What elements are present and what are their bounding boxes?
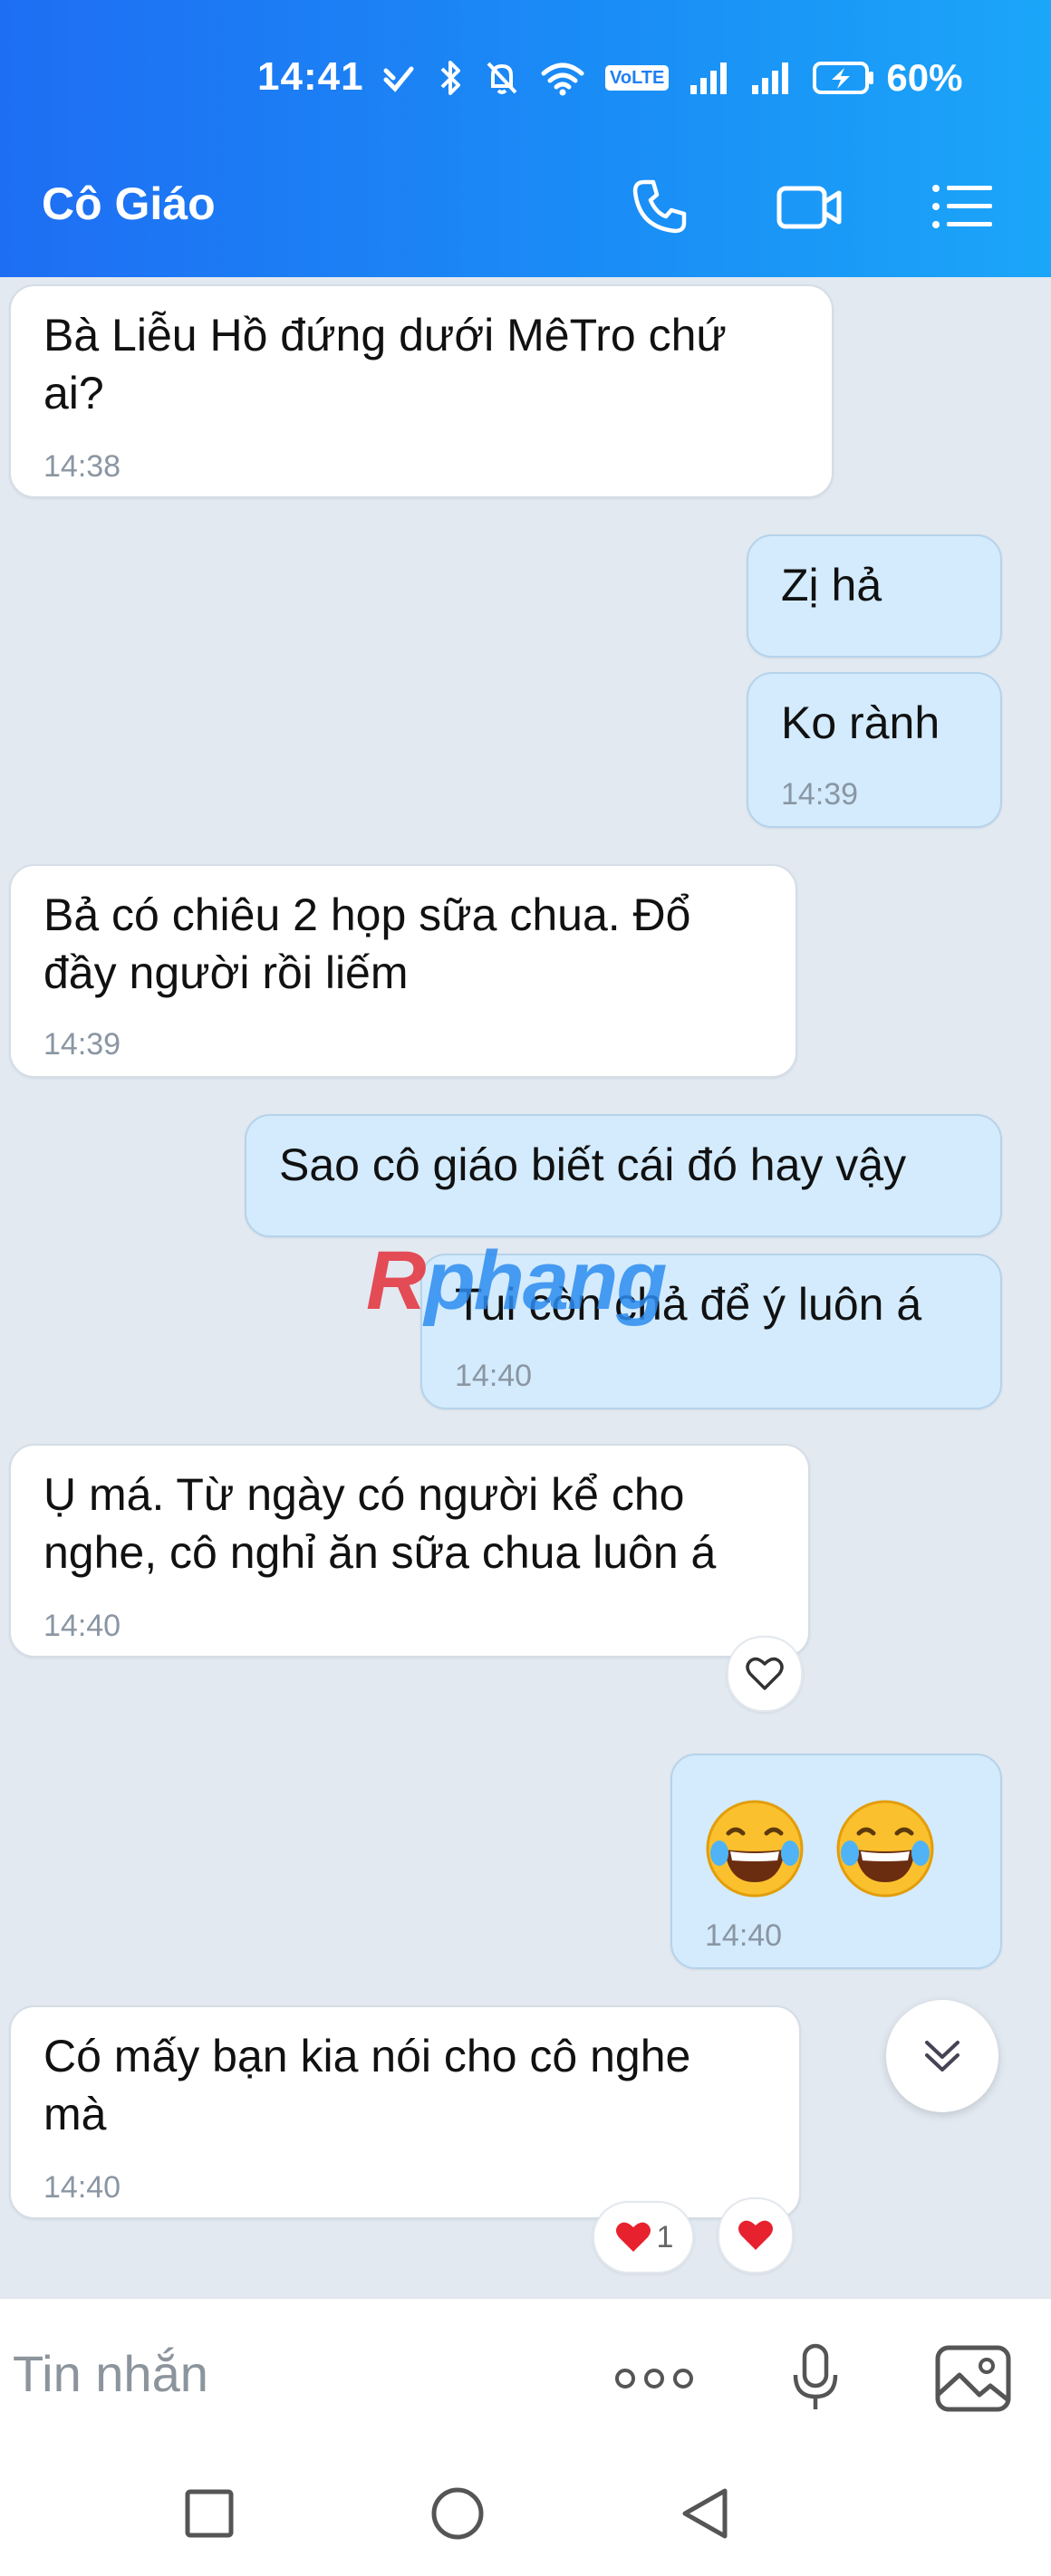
recent-apps-button[interactable]: [169, 2473, 250, 2554]
chat-title[interactable]: Cô Giáo: [42, 178, 216, 230]
message-input[interactable]: Tin nhắn: [13, 2344, 208, 2403]
reaction-count: 1: [656, 2219, 674, 2254]
message-text: Bả có chiêu 2 họp sữa chua. Đổ đầy người…: [43, 886, 690, 1002]
message-line: Zị hả: [781, 560, 882, 610]
signal-icon: [750, 60, 792, 96]
image-icon: [935, 2345, 1011, 2412]
message-bubble-incoming[interactable]: Có mấy bạn kia nói cho cô nghe mà 14:40: [9, 2005, 801, 2219]
heart-icon: [615, 2222, 651, 2252]
laughing-tears-emoji-icon: [706, 1800, 804, 1898]
message-line: mà: [43, 2089, 107, 2139]
signal-icon: [689, 60, 730, 96]
square-icon: [185, 2489, 234, 2538]
message-text: Zị hả: [781, 556, 882, 614]
status-time: 14:41: [257, 54, 364, 99]
message-time: 14:40: [43, 1609, 121, 1643]
scroll-to-bottom-button[interactable]: [886, 2000, 998, 2112]
heart-outline-icon: [746, 1657, 784, 1690]
laughing-tears-emoji-icon: [836, 1800, 934, 1898]
message-text: Sao cô giáo biết cái đó hay vậy: [279, 1136, 906, 1194]
message-time: 14:39: [781, 777, 859, 812]
wifi-calling-icon: [381, 60, 417, 96]
watermark-part: R: [366, 1235, 426, 1327]
back-triangle-icon: [682, 2488, 728, 2539]
status-icons: VoLTE 60%: [381, 53, 962, 103]
home-button[interactable]: [417, 2473, 498, 2554]
wifi-icon: [540, 59, 585, 97]
chat-options-button[interactable]: [928, 172, 997, 241]
back-button[interactable]: [663, 2473, 745, 2554]
heart-icon: [738, 2220, 773, 2250]
message-text: Bà Liễu Hồ đứng dưới MêTro chứ ai?: [43, 306, 727, 422]
message-text: Ụ má. Từ ngày có người kể cho nghe, cô n…: [43, 1466, 716, 1581]
volte-icon: VoLTE: [605, 65, 670, 91]
watermark-logo: Rphang: [366, 1234, 667, 1329]
battery-percent: 60%: [886, 56, 963, 99]
bluetooth-icon: [437, 58, 464, 98]
message-line: Ko rành: [781, 697, 940, 748]
react-button[interactable]: [718, 2197, 794, 2273]
menu-list-icon: [932, 185, 992, 228]
message-bubble-outgoing[interactable]: 14:40: [670, 1754, 1002, 1969]
circle-icon: [431, 2487, 484, 2540]
mute-icon: [484, 59, 520, 97]
react-button[interactable]: [727, 1636, 803, 1712]
video-call-icon: [776, 186, 842, 229]
message-time: 14:40: [455, 1359, 533, 1393]
message-input-bar: Tin nhắn: [0, 2297, 1051, 2451]
message-bubble-incoming[interactable]: Ụ má. Từ ngày có người kể cho nghe, cô n…: [9, 1444, 810, 1658]
video-call-button[interactable]: [776, 172, 844, 241]
message-bubble-incoming[interactable]: Bà Liễu Hồ đứng dưới MêTro chứ ai? 14:38: [9, 284, 834, 498]
message-time: 14:38: [43, 449, 121, 484]
watermark-part: phang: [424, 1235, 667, 1327]
status-bar: 14:41 VoLTE 60%: [0, 40, 1051, 112]
message-text: Có mấy bạn kia nói cho cô nghe mà: [43, 2027, 690, 2143]
chat-header: 14:41 VoLTE 60% Cô Giáo: [0, 0, 1051, 277]
message-time: 14:40: [705, 1918, 783, 1953]
double-chevron-down-icon: [925, 2041, 959, 2071]
message-bubble-outgoing[interactable]: Zị hả: [747, 534, 1002, 658]
message-line: đầy người rồi liếm: [43, 947, 409, 998]
message-line: Sao cô giáo biết cái đó hay vậy: [279, 1139, 907, 1190]
phone-call-button[interactable]: [625, 172, 694, 241]
message-line: Bà Liễu Hồ đứng dưới MêTro chứ: [43, 310, 727, 360]
more-dots-icon: [615, 2369, 693, 2389]
message-bubble-incoming[interactable]: Bả có chiêu 2 họp sữa chua. Đổ đầy người…: [9, 864, 797, 1078]
message-line: nghe, cô nghỉ ăn sữa chua luôn á: [43, 1527, 717, 1578]
title-bar: Cô Giáo: [0, 159, 1051, 250]
message-line: ai?: [43, 368, 104, 418]
voice-message-button[interactable]: [772, 2335, 859, 2422]
message-bubble-outgoing[interactable]: Ko rành 14:39: [747, 672, 1002, 828]
microphone-icon: [793, 2343, 838, 2409]
more-options-button[interactable]: [611, 2335, 698, 2422]
message-bubble-outgoing[interactable]: Sao cô giáo biết cái đó hay vậy: [245, 1114, 1002, 1237]
send-photo-button[interactable]: [930, 2335, 1017, 2422]
message-time: 14:39: [43, 1027, 121, 1062]
message-line: Có mấy bạn kia nói cho cô nghe: [43, 2031, 691, 2081]
message-text: Ko rành: [781, 694, 940, 752]
phone-icon: [632, 179, 687, 234]
reaction-summary[interactable]: 1: [593, 2201, 694, 2273]
message-time: 14:40: [43, 2170, 121, 2205]
message-line: Bả có chiêu 2 họp sữa chua. Đổ: [43, 889, 691, 940]
battery-charging-icon: [812, 61, 875, 95]
message-line: Ụ má. Từ ngày có người kể cho: [43, 1469, 685, 1520]
system-navigation-bar: [0, 2451, 1051, 2576]
